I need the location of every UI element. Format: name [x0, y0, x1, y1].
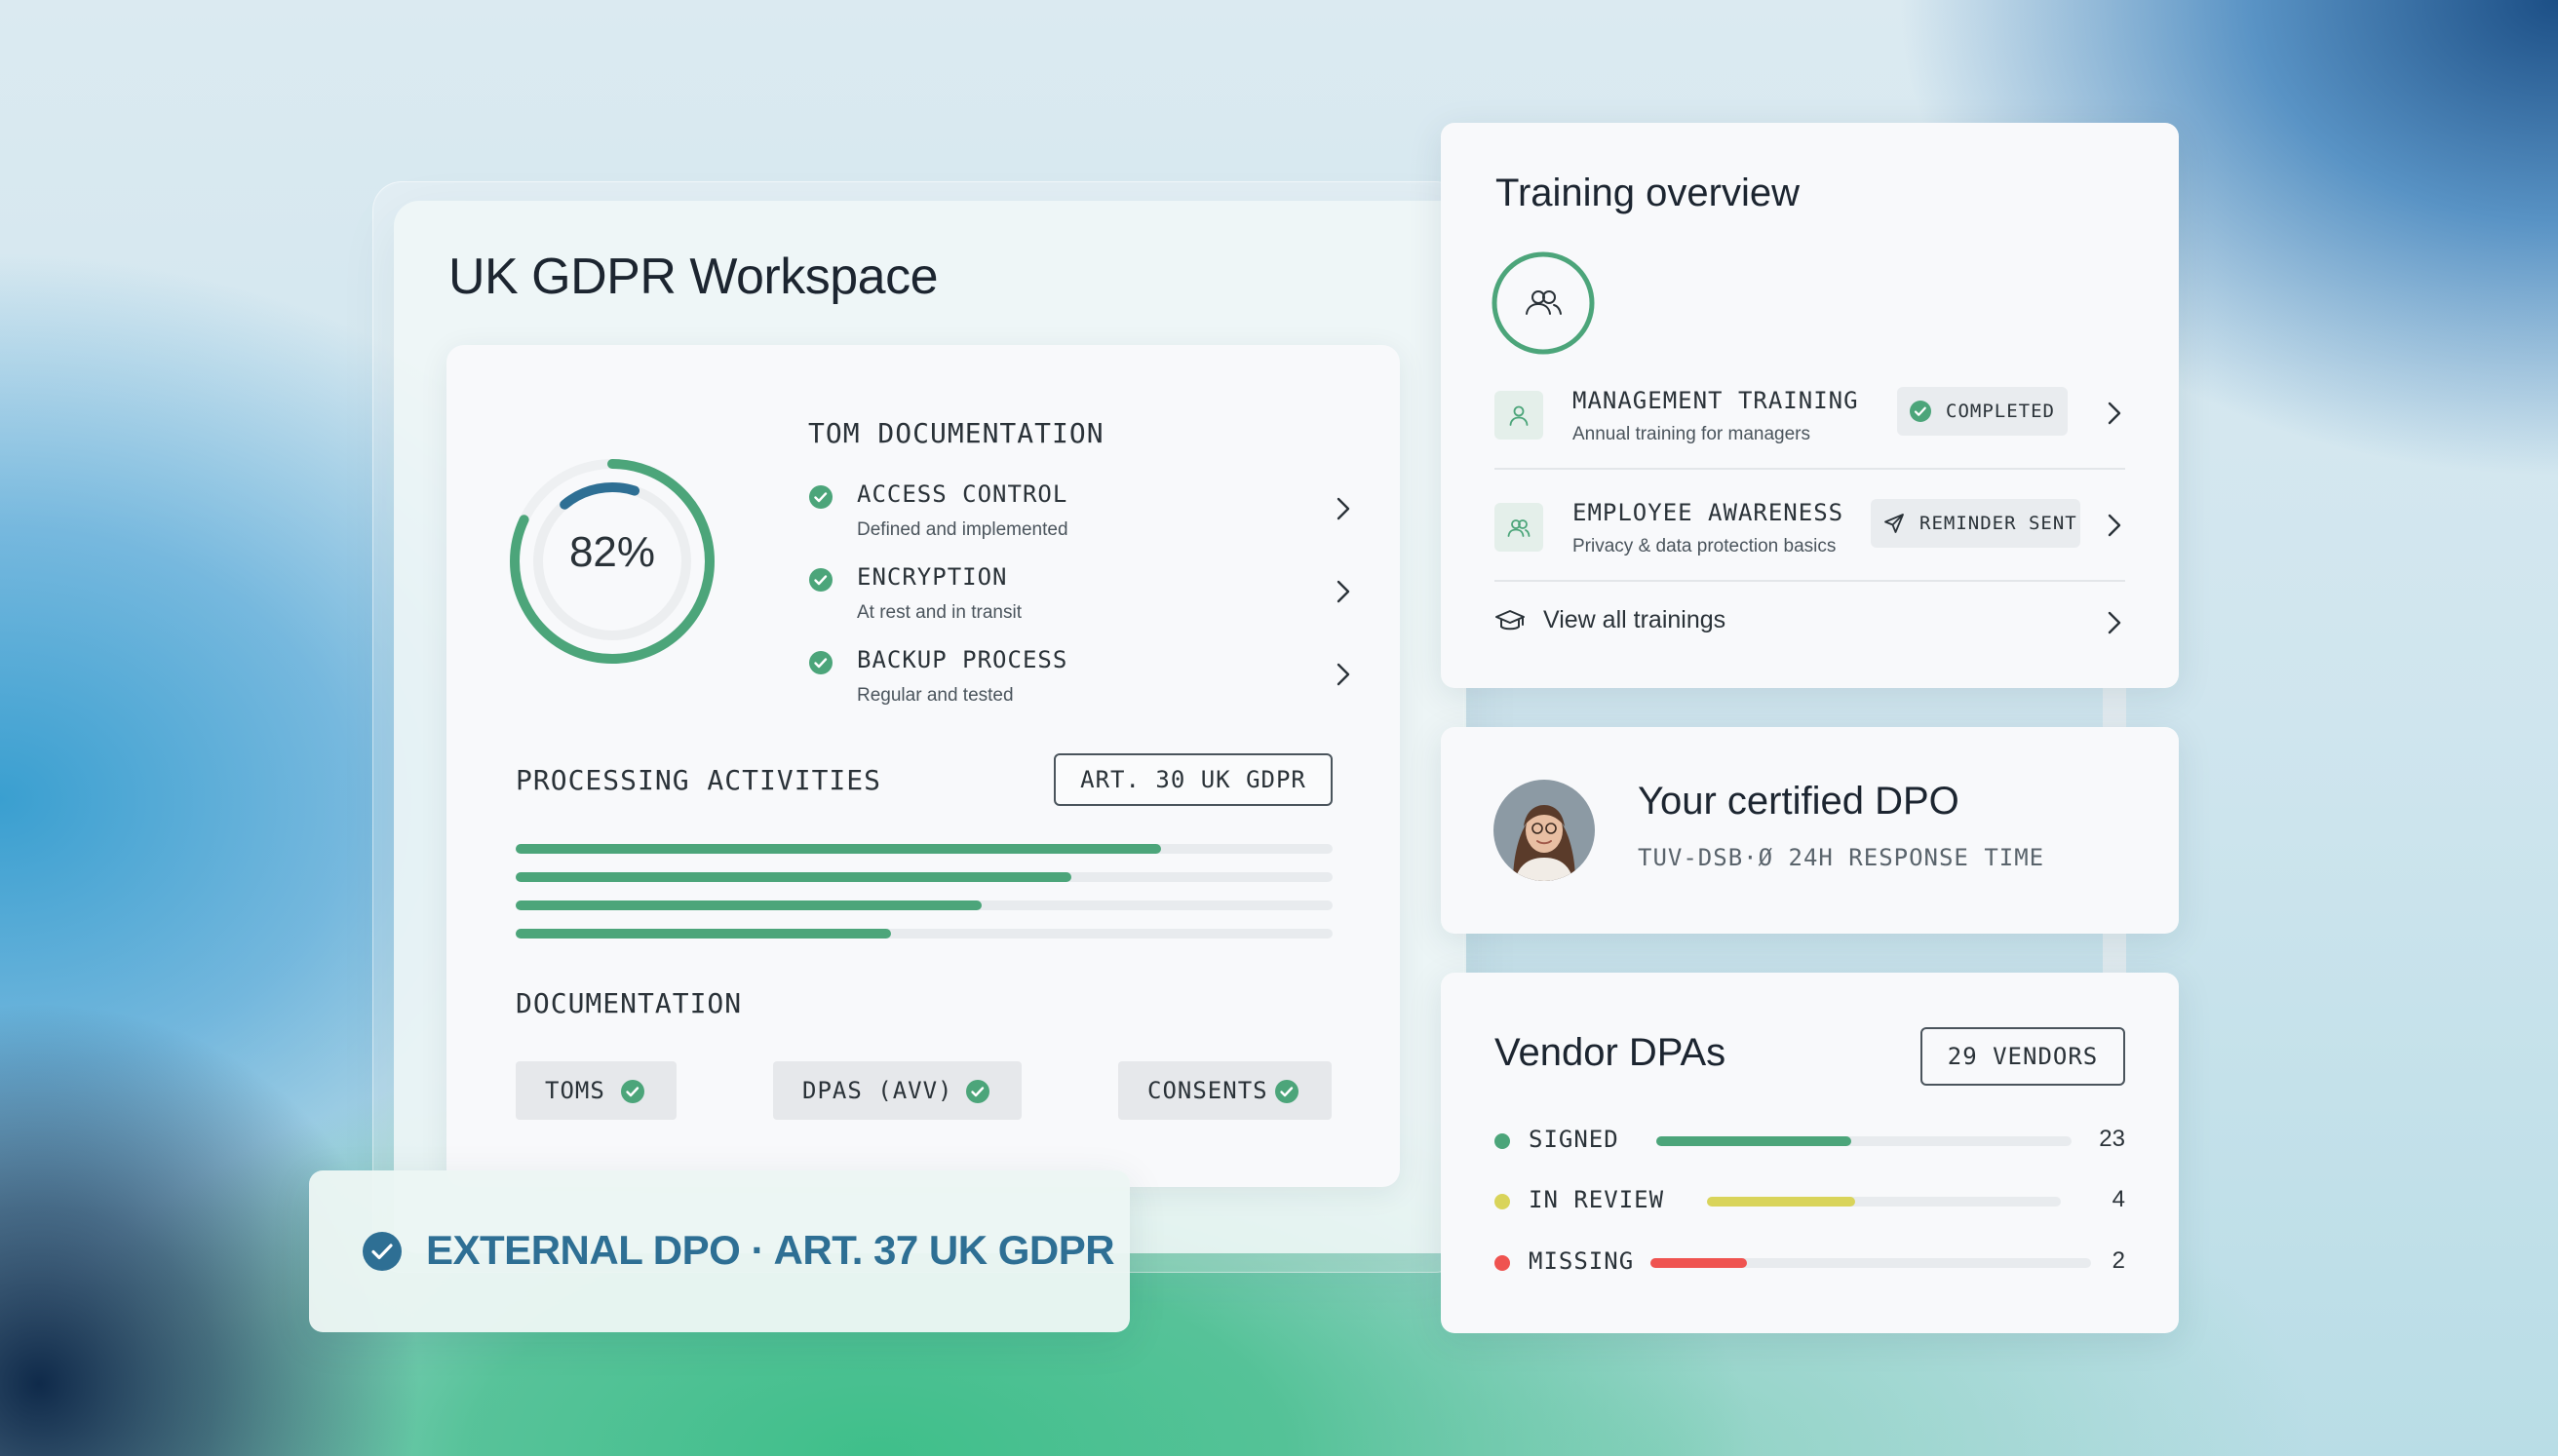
- vendor-status-label: SIGNED: [1529, 1126, 1619, 1153]
- training-row-employee-awareness[interactable]: EMPLOYEE AWARENESS Privacy & data protec…: [1494, 499, 2125, 587]
- vendor-status-fill: [1656, 1136, 1852, 1146]
- avatar: [1493, 780, 1595, 881]
- divider: [1494, 468, 2125, 470]
- tom-heading: TOM DOCUMENTATION: [808, 417, 1105, 449]
- progress-fill: [516, 900, 982, 910]
- dpo-title: Your certified DPO: [1638, 780, 1959, 823]
- tom-item-subtitle: Defined and implemented: [857, 519, 1068, 540]
- vendor-status-row-in-review: IN REVIEW 4: [1494, 1184, 2125, 1219]
- divider: [1494, 580, 2125, 582]
- progress-fill: [516, 929, 892, 939]
- tom-item-title: ACCESS CONTROL: [857, 480, 1068, 508]
- status-dot: [1494, 1255, 1510, 1271]
- chevron-right-icon: [2108, 611, 2121, 634]
- check-circle-icon: [966, 1080, 989, 1103]
- chevron-right-icon: [2108, 402, 2121, 425]
- documentation-heading: DOCUMENTATION: [516, 987, 743, 1019]
- dpo-subtitle: TUV-DSB·Ø 24H RESPONSE TIME: [1638, 844, 2045, 871]
- check-circle-icon: [1910, 401, 1931, 422]
- users-icon: [1494, 503, 1543, 552]
- check-circle-icon: [809, 651, 833, 674]
- tom-item-encryption[interactable]: ENCRYPTION At rest and in transit: [808, 563, 1354, 641]
- graduation-cap-icon: [1495, 610, 1525, 631]
- chevron-right-icon: [1337, 580, 1350, 603]
- check-circle-icon: [621, 1080, 644, 1103]
- status-dot: [1494, 1133, 1510, 1149]
- chevron-right-icon: [1337, 497, 1350, 520]
- vendor-status-bar: [1707, 1197, 2061, 1207]
- send-icon: [1884, 514, 1904, 533]
- status-badge-reminder-sent: REMINDER SENT: [1871, 499, 2080, 548]
- processing-progress-bar: [516, 844, 1333, 854]
- check-circle-icon: [809, 568, 833, 592]
- training-row-title: MANAGEMENT TRAINING: [1572, 387, 1859, 414]
- vendor-status-fill: [1707, 1197, 1856, 1207]
- workspace-title: UK GDPR Workspace: [448, 249, 939, 305]
- vendor-status-row-missing: MISSING 2: [1494, 1245, 2125, 1281]
- tom-item-backup-process[interactable]: BACKUP PROCESS Regular and tested: [808, 646, 1354, 724]
- vendor-status-count: 23: [2099, 1126, 2125, 1152]
- training-row-subtitle: Annual training for managers: [1572, 424, 1810, 444]
- compliance-score-label: 82%: [568, 528, 656, 576]
- chip-label: DPAS (AVV): [802, 1077, 953, 1104]
- chip-label: TOMS: [545, 1077, 605, 1104]
- doc-chip-toms[interactable]: TOMS: [516, 1061, 677, 1120]
- chip-label: CONSENTS: [1147, 1077, 1268, 1104]
- tom-item-access-control[interactable]: ACCESS CONTROL Defined and implemented: [808, 480, 1354, 558]
- doc-chip-dpas[interactable]: DPAS (AVV): [773, 1061, 1022, 1120]
- tom-item-subtitle: Regular and tested: [857, 685, 1014, 706]
- vendor-status-label: IN REVIEW: [1529, 1186, 1665, 1213]
- tom-item-title: BACKUP PROCESS: [857, 646, 1068, 673]
- status-badge-completed: COMPLETED: [1897, 387, 2068, 436]
- check-circle-icon: [809, 485, 833, 509]
- progress-fill: [516, 872, 1071, 882]
- user-icon: [1494, 391, 1543, 440]
- view-all-trainings-label: View all trainings: [1543, 606, 1726, 633]
- vendor-status-bar: [1650, 1258, 2091, 1268]
- training-row-title: EMPLOYEE AWARENESS: [1572, 499, 1844, 526]
- chevron-right-icon: [2108, 514, 2121, 537]
- vendor-status-row-signed: SIGNED 23: [1494, 1124, 2125, 1159]
- processing-progress-bar: [516, 872, 1333, 882]
- tom-item-subtitle: At rest and in transit: [857, 602, 1022, 623]
- status-badge-label: COMPLETED: [1946, 401, 2055, 422]
- doc-chip-consents[interactable]: CONSENTS: [1118, 1061, 1332, 1120]
- training-row-management[interactable]: MANAGEMENT TRAINING Annual training for …: [1494, 387, 2125, 475]
- vendor-status-fill: [1650, 1258, 1748, 1268]
- vendors-count-button[interactable]: 29 VENDORS: [1920, 1027, 2125, 1086]
- art30-button[interactable]: ART. 30 UK GDPR: [1054, 753, 1333, 806]
- processing-activities-heading: PROCESSING ACTIVITIES: [516, 764, 882, 796]
- view-all-trainings-link[interactable]: View all trainings: [1494, 604, 2125, 643]
- chevron-right-icon: [1337, 663, 1350, 686]
- training-overview-title: Training overview: [1495, 172, 1800, 214]
- vendor-status-label: MISSING: [1529, 1247, 1635, 1275]
- external-dpo-banner: EXTERNAL DPO · ART. 37 UK GDPR: [309, 1170, 1130, 1332]
- processing-progress-bar: [516, 929, 1333, 939]
- training-ring-icon: [1492, 251, 1595, 355]
- training-row-subtitle: Privacy & data protection basics: [1572, 536, 1837, 556]
- vendor-status-count: 2: [2112, 1247, 2125, 1274]
- vendor-dpas-title: Vendor DPAs: [1494, 1031, 1726, 1074]
- vendor-status-count: 4: [2112, 1186, 2125, 1212]
- progress-fill: [516, 844, 1162, 854]
- status-badge-label: REMINDER SENT: [1919, 513, 2077, 534]
- processing-progress-bar: [516, 900, 1333, 910]
- tom-item-title: ENCRYPTION: [857, 563, 1008, 591]
- check-circle-icon: [1275, 1080, 1298, 1103]
- vendor-status-bar: [1656, 1136, 2072, 1146]
- external-dpo-text: EXTERNAL DPO · ART. 37 UK GDPR: [426, 1227, 1115, 1273]
- check-circle-icon: [363, 1232, 402, 1271]
- status-dot: [1494, 1194, 1510, 1209]
